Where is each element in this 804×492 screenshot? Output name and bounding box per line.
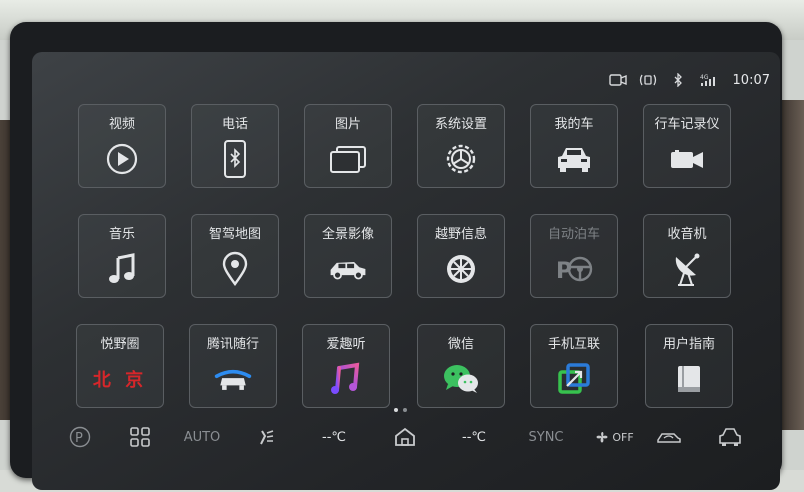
app-label: 我的车 <box>554 117 594 132</box>
beijing-logo-icon: 北 京 <box>85 361 155 397</box>
app-tile-user-guide[interactable]: 用户指南 <box>645 324 733 408</box>
app-tile-aiquting[interactable]: 爱趣听 <box>302 324 390 408</box>
app-label: 收音机 <box>667 227 707 242</box>
app-label: 音乐 <box>108 227 135 242</box>
wheel-icon <box>441 251 481 287</box>
svg-text:P: P <box>75 431 83 446</box>
left-temperature[interactable]: --℃ <box>314 420 354 454</box>
seat-airflow-icon[interactable] <box>254 420 278 454</box>
svg-text:4G: 4G <box>700 74 709 81</box>
apps-grid-icon[interactable] <box>128 420 152 454</box>
auto-parking-icon: P <box>554 251 594 287</box>
app-label: 电话 <box>221 117 248 132</box>
page-dot[interactable] <box>403 408 407 412</box>
map-pin-icon <box>215 251 255 287</box>
4g-signal-icon: 4G <box>699 73 717 87</box>
car-front-defrost-icon[interactable] <box>716 420 744 454</box>
suv-icon <box>328 251 368 287</box>
app-tile-offroad-info[interactable]: 越野信息 <box>417 214 505 298</box>
app-label: 悦野圈 <box>100 337 140 352</box>
music-note-icon <box>102 251 142 287</box>
app-tile-system-settings[interactable]: 系统设置 <box>417 104 505 188</box>
radio-antenna-icon <box>667 251 707 287</box>
fan-control[interactable]: OFF <box>592 420 636 454</box>
bottom-dock: P AUTO --℃ --℃ SYNC OFF <box>32 420 780 454</box>
infotainment-screen: 4G 10:07 视频 电话 图片 系统设置 我的车 行车记录仪 音乐 智驾地图… <box>32 52 780 490</box>
app-label: 视频 <box>108 117 135 132</box>
wireless-icon <box>639 73 657 87</box>
aiquting-music-icon <box>326 361 366 397</box>
wechat-icon <box>441 361 481 397</box>
app-tile-yueyequan[interactable]: 悦野圈 北 京 <box>76 324 164 408</box>
app-label: 自动泊车 <box>547 227 600 242</box>
car-recirculation-icon[interactable] <box>654 420 684 454</box>
display-bezel: 4G 10:07 视频 电话 图片 系统设置 我的车 行车记录仪 音乐 智驾地图… <box>10 22 782 490</box>
status-bar: 4G 10:07 <box>608 70 770 90</box>
app-label: 图片 <box>334 117 361 132</box>
page-dot-active[interactable] <box>394 408 398 412</box>
play-icon <box>102 141 142 177</box>
tencent-car-icon <box>213 361 253 397</box>
app-tile-phone-link[interactable]: 手机互联 <box>530 324 618 408</box>
photos-icon <box>328 141 368 177</box>
home-icon[interactable] <box>392 420 418 454</box>
app-label: 微信 <box>447 337 474 352</box>
app-label: 越野信息 <box>434 227 487 242</box>
phone-link-icon <box>554 361 594 397</box>
page-indicator <box>394 408 407 412</box>
app-tile-video[interactable]: 视频 <box>78 104 166 188</box>
app-tile-dashcam[interactable]: 行车记录仪 <box>643 104 731 188</box>
app-tile-panoramic-view[interactable]: 全景影像 <box>304 214 392 298</box>
bluetooth-icon <box>669 73 687 87</box>
auto-climate-button[interactable]: AUTO <box>182 420 222 454</box>
fan-icon <box>596 431 608 443</box>
app-label: 手机互联 <box>547 337 600 352</box>
app-tile-radio[interactable]: 收音机 <box>643 214 731 298</box>
settings-gear-icon <box>441 141 481 177</box>
user-guide-book-icon <box>669 361 709 397</box>
app-label: 腾讯随行 <box>206 337 259 352</box>
app-tile-tencent-auto[interactable]: 腾讯随行 <box>189 324 277 408</box>
app-label: 爱趣听 <box>326 337 366 352</box>
app-label: 智驾地图 <box>208 227 261 242</box>
beijing-logo-text: 北 京 <box>92 370 148 391</box>
sync-button[interactable]: SYNC <box>526 420 566 454</box>
app-tile-wechat[interactable]: 微信 <box>417 324 505 408</box>
app-label: 行车记录仪 <box>654 117 720 132</box>
parking-p-icon[interactable]: P <box>68 420 92 454</box>
fan-status: OFF <box>612 430 634 444</box>
app-tile-phone[interactable]: 电话 <box>191 104 279 188</box>
app-label: 用户指南 <box>662 337 715 352</box>
right-temperature[interactable]: --℃ <box>454 420 494 454</box>
app-tile-music[interactable]: 音乐 <box>78 214 166 298</box>
my-car-icon <box>554 141 594 177</box>
app-tile-my-car[interactable]: 我的车 <box>530 104 618 188</box>
app-label: 全景影像 <box>321 227 374 242</box>
camera-icon <box>608 73 627 87</box>
dashcam-icon <box>667 141 707 177</box>
clock: 10:07 <box>732 72 770 88</box>
app-tile-photos[interactable]: 图片 <box>304 104 392 188</box>
app-tile-auto-parking[interactable]: 自动泊车 P <box>530 214 618 298</box>
app-label: 系统设置 <box>434 117 487 132</box>
app-tile-smart-map[interactable]: 智驾地图 <box>191 214 279 298</box>
phone-bluetooth-icon <box>215 140 255 178</box>
